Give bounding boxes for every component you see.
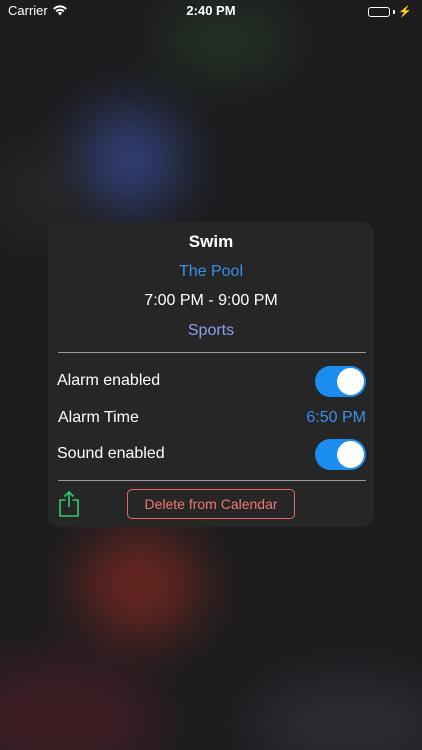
alarm-time-value[interactable]: 6:50 PM	[306, 409, 366, 427]
alarm-enabled-toggle[interactable]	[315, 365, 366, 397]
charging-bolt-icon: ⚡	[398, 6, 412, 18]
sound-enabled-label: Sound enabled	[57, 445, 165, 462]
share-icon[interactable]	[58, 490, 80, 518]
background-blob	[80, 110, 180, 210]
event-card: Swim The Pool 7:00 PM - 9:00 PM Sports A…	[48, 222, 374, 527]
toggle-knob	[337, 367, 364, 395]
sound-enabled-row: Sound enabled	[57, 438, 366, 470]
event-time-range: 7:00 PM - 9:00 PM	[144, 292, 278, 309]
event-title: Swim	[188, 232, 234, 251]
background-blob	[250, 680, 422, 750]
background-blob	[80, 530, 200, 640]
toggle-knob	[337, 440, 364, 468]
alarm-enabled-label: Alarm enabled	[57, 372, 161, 389]
event-category-link[interactable]: Sports	[48, 322, 374, 340]
alarm-enabled-row: Alarm enabled	[57, 365, 366, 397]
background-blob	[0, 660, 160, 750]
divider	[58, 352, 366, 353]
event-location-link[interactable]: The Pool	[48, 263, 374, 281]
status-time: 2:40 PM	[186, 3, 236, 18]
sound-enabled-toggle[interactable]	[315, 438, 366, 470]
battery-icon: ⚡	[368, 5, 412, 18]
alarm-time-row: Alarm Time 6:50 PM	[57, 402, 366, 434]
delete-from-calendar-button[interactable]: Delete from Calendar	[127, 489, 295, 519]
status-bar: Carrier 2:40 PM ⚡	[0, 0, 422, 22]
divider	[58, 480, 366, 481]
alarm-time-label: Alarm Time	[58, 409, 139, 426]
